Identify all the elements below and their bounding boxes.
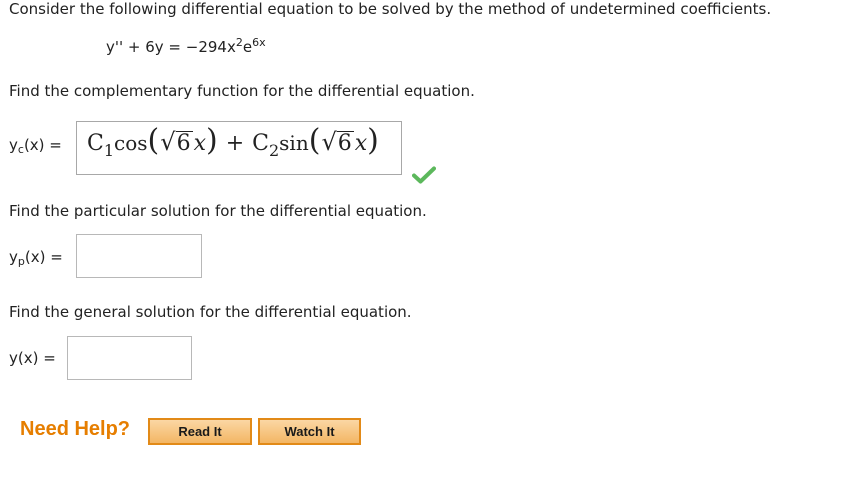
radical-sign-1: √: [160, 127, 176, 156]
sqrt-1: √ 6: [160, 127, 193, 156]
paren-close-2: ): [367, 123, 379, 158]
radical-sign-2: √: [321, 127, 337, 156]
particular-label-var: y: [9, 248, 18, 266]
particular-answer-input[interactable]: [76, 234, 202, 278]
complementary-label-rest: (x) =: [23, 136, 62, 154]
equation-e: e: [242, 38, 253, 56]
equation-e-exponent: 6x: [252, 36, 266, 49]
general-prompt: Find the general solution for the differ…: [9, 303, 412, 321]
sin-function: sin: [279, 131, 309, 155]
equation-x-exponent: 2: [235, 36, 243, 49]
read-it-button[interactable]: Read It: [148, 418, 252, 445]
cos-function: cos: [114, 131, 148, 155]
particular-label-rest: (x) =: [24, 248, 63, 266]
particular-label-sub: p: [17, 255, 25, 268]
complementary-answer-math: C1 cos ( √ 6 x ) + C2 sin ( √ 6 x ): [87, 123, 379, 160]
particular-label: yp(x) =: [9, 248, 63, 268]
sqrt-2: √ 6: [321, 127, 354, 156]
particular-prompt: Find the particular solution for the dif…: [9, 202, 427, 220]
complementary-label-var: y: [9, 136, 18, 154]
variable-x-1: x: [193, 130, 206, 156]
general-label: y(x) =: [9, 349, 56, 367]
differential-equation: y'' + 6y = −294x2e6x: [106, 36, 266, 56]
question-intro: Consider the following differential equa…: [9, 0, 772, 18]
plus-operator: +: [225, 130, 245, 156]
complementary-label: yc(x) =: [9, 136, 62, 155]
paren-open-2: (: [308, 123, 321, 158]
radicand-1: 6: [175, 130, 193, 156]
checkmark-icon: [412, 166, 436, 184]
complementary-answer-field[interactable]: C1 cos ( √ 6 x ) + C2 sin ( √ 6 x ): [76, 121, 402, 175]
complementary-prompt: Find the complementary function for the …: [9, 82, 475, 100]
coefficient-c1: C: [87, 130, 104, 156]
equation-lhs: y'' + 6y = −294x: [106, 38, 236, 56]
watch-it-button[interactable]: Watch It: [258, 418, 361, 445]
coefficient-c1-sub: 1: [103, 140, 115, 160]
variable-x-2: x: [354, 130, 368, 156]
general-answer-input[interactable]: [67, 336, 192, 380]
coefficient-c2-sub: 2: [268, 140, 280, 160]
coefficient-c2: C: [252, 130, 269, 156]
need-help-heading: Need Help?: [20, 418, 131, 440]
paren-open-1: (: [147, 123, 160, 158]
paren-close-1: ): [205, 123, 218, 158]
radicand-2: 6: [336, 130, 354, 156]
